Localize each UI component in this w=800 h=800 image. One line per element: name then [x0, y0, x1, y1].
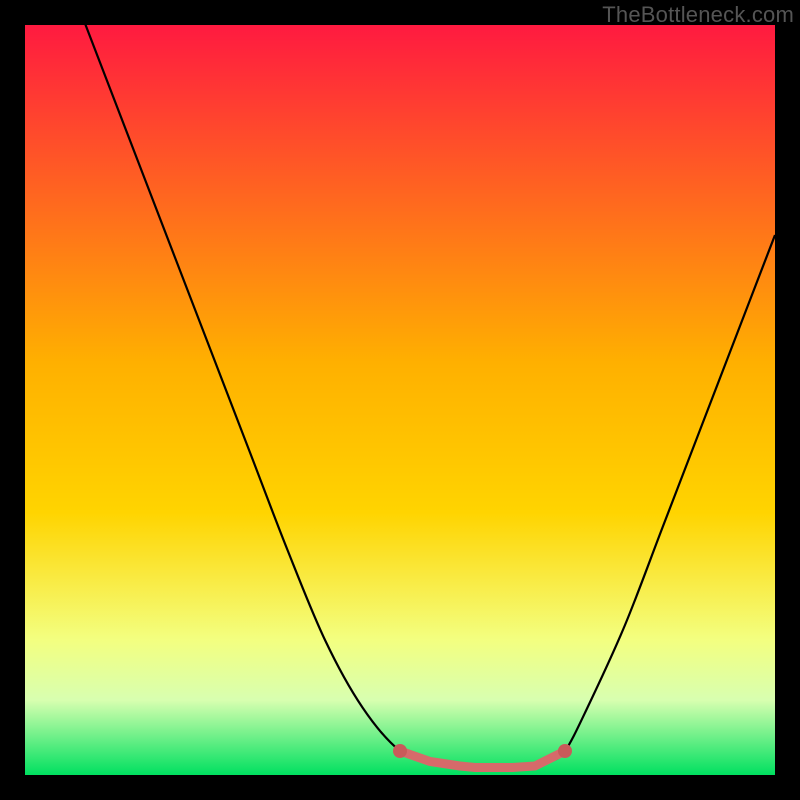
trough-end-dot — [393, 744, 407, 758]
trough-end-dot — [558, 744, 572, 758]
bottleneck-curve — [63, 25, 776, 768]
chart-canvas — [25, 25, 775, 775]
chart-plot — [25, 25, 775, 775]
trough-segment — [400, 751, 565, 768]
